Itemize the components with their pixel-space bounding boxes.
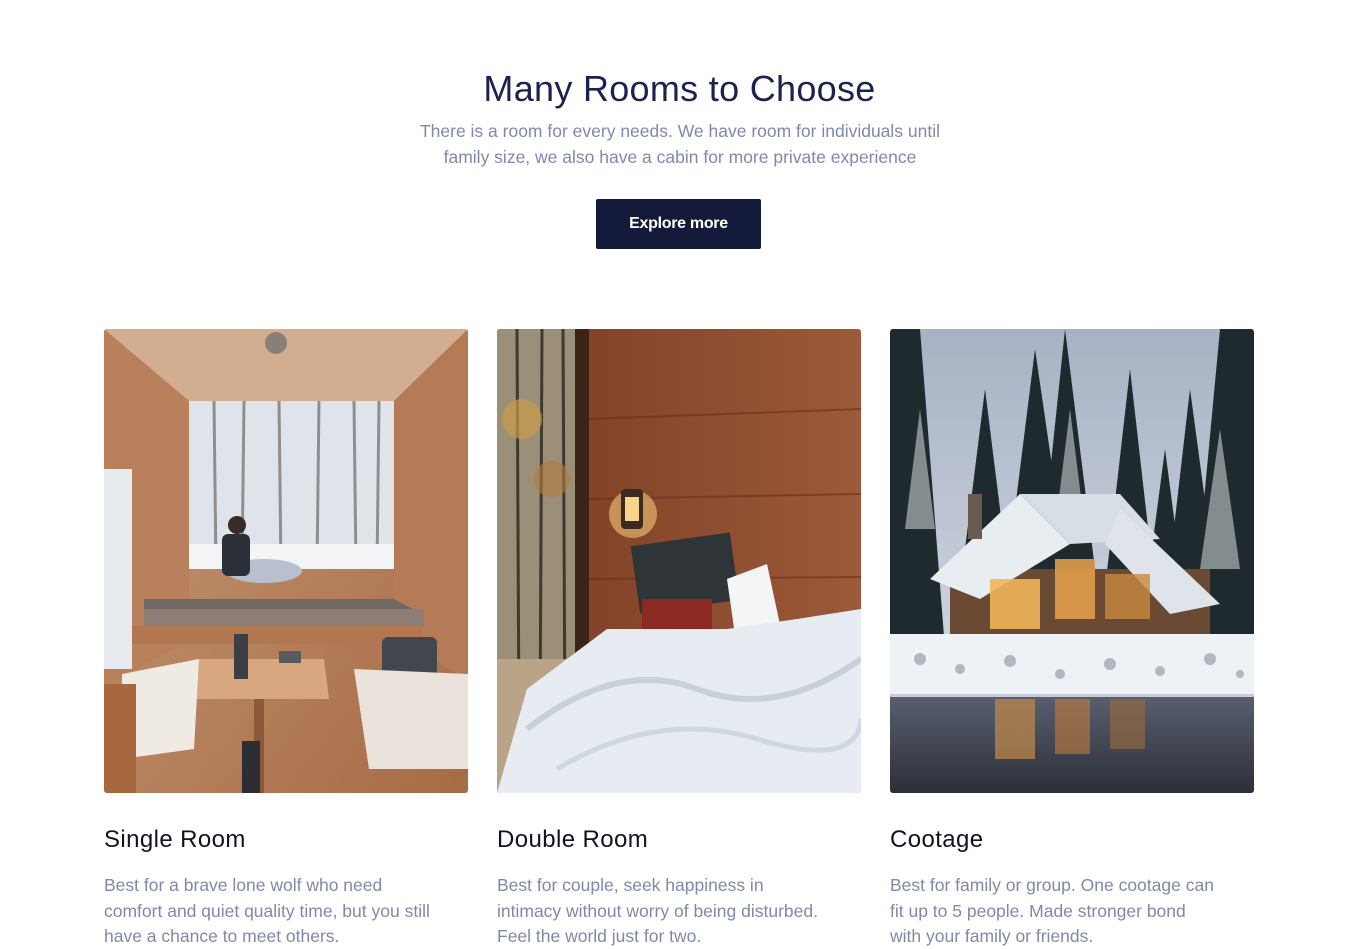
room-description: Best for family or group. One cootage ca…: [890, 873, 1260, 949]
room-description-line: with your family or friends.: [890, 926, 1094, 946]
room-title: Double Room: [497, 826, 649, 853]
room-description-line: Feel the world just for two.: [497, 926, 702, 946]
hero-subtitle-line: There is a room for every needs. We have…: [419, 121, 941, 141]
cottage-photo: [890, 329, 1254, 793]
single-room-image[interactable]: [104, 329, 468, 793]
room-description-line: comfort and quiet quality time, but you …: [104, 900, 430, 921]
room-card-single[interactable]: Single Room Best for a brave lone wolf w…: [104, 329, 468, 946]
page: Many Rooms to Choose There is a room for…: [0, 0, 1359, 949]
single-room-photo: [104, 329, 468, 793]
room-description-line: Best for a brave lone wolf who need: [104, 875, 383, 895]
hero-subtitle-line: family size, we also have a cabin for mo…: [443, 147, 917, 167]
room-description-line: have a chance to meet others.: [104, 926, 340, 946]
room-description-line: Best for family or group. One cootage ca…: [890, 875, 1214, 895]
explore-more-button[interactable]: Explore more: [596, 199, 761, 249]
page-title: Many Rooms to Choose: [483, 68, 876, 109]
room-description: Best for couple, seek happiness in intim…: [497, 873, 867, 949]
hero-subtitle: There is a room for every needs. We have…: [380, 118, 980, 170]
room-description-line: fit up to 5 people. Made stronger bond: [890, 900, 1186, 921]
room-description-line: Best for couple, seek happiness in: [497, 875, 764, 895]
room-card-double[interactable]: Double Room Best for couple, seek happin…: [497, 329, 861, 946]
room-description-line: intimacy without worry of being disturbe…: [497, 900, 818, 921]
double-room-photo: [497, 329, 861, 793]
room-card-cottage[interactable]: Cootage Best for family or group. One co…: [890, 329, 1254, 946]
cottage-image[interactable]: [890, 329, 1254, 793]
room-description: Best for a brave lone wolf who need comf…: [104, 873, 474, 949]
double-room-image[interactable]: [497, 329, 861, 793]
room-title: Cootage: [890, 826, 984, 853]
room-title: Single Room: [104, 826, 246, 853]
